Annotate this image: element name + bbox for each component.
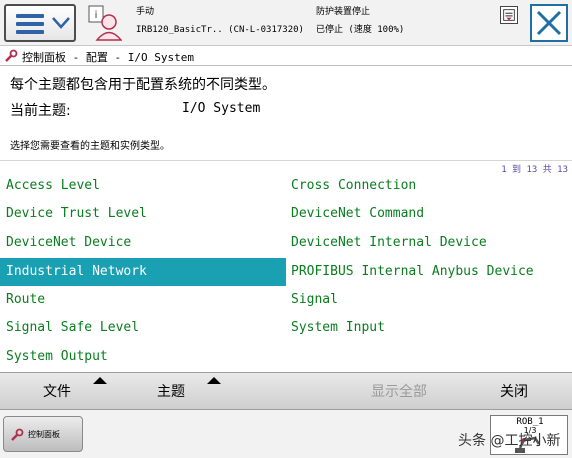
list-item[interactable]: Access Level: [0, 172, 286, 200]
main-menu-button[interactable]: [4, 4, 76, 42]
list-item[interactable]: DeviceNet Device: [0, 229, 286, 257]
list-item[interactable]: Signal Safe Level: [0, 314, 286, 342]
close-button[interactable]: 关闭: [456, 373, 572, 411]
run-status: 已停止 (速度 100%): [316, 25, 405, 35]
divider: [0, 160, 572, 161]
show-all-button[interactable]: 显示全部: [342, 373, 456, 411]
close-icon: [536, 10, 562, 36]
description-text: 每个主题都包含用于配置系统的不同类型。: [10, 77, 276, 93]
list-item-selected[interactable]: Industrial Network: [0, 258, 286, 286]
svg-text:i: i: [95, 10, 98, 21]
list-item[interactable]: DeviceNet Internal Device: [286, 229, 572, 257]
list-item[interactable]: PROFIBUS Internal Anybus Device: [286, 258, 572, 286]
list-item[interactable]: System Input: [286, 314, 572, 342]
status-header: i 手动 IRB120_BasicTr.. (CN-L-0317320) 防护装…: [0, 0, 572, 46]
list-item[interactable]: Device Trust Level: [0, 200, 286, 228]
wrench-icon: [5, 49, 18, 62]
hamburger-icon: [16, 14, 44, 34]
system-name: IRB120_BasicTr.. (CN-L-0317320): [136, 25, 304, 35]
instruction-text: 选择您需要查看的主题和实例类型。: [10, 141, 170, 152]
window-title: 控制面板 - 配置 - I/O System: [22, 51, 194, 64]
window-titlebar: 控制面板 - 配置 - I/O System: [0, 46, 572, 66]
list-item[interactable]: Route: [0, 286, 286, 314]
chevron-down-icon: [52, 17, 70, 29]
task-label: 控制面板: [28, 430, 60, 439]
file-menu-button[interactable]: 文件: [0, 373, 114, 411]
current-topic-label: 当前主题:: [10, 103, 71, 119]
taskbar: 控制面板 ROB_1 1/3 头条 @工控小新: [0, 410, 572, 458]
wrench-icon: [11, 428, 24, 441]
watermark-text: 头条 @工控小新: [458, 433, 561, 449]
command-bar: 文件 主题 显示全部 关闭: [0, 372, 572, 410]
quickset-icon[interactable]: [500, 6, 518, 24]
list-item[interactable]: Signal: [286, 286, 572, 314]
list-item[interactable]: System Output: [0, 343, 286, 371]
current-topic-value: I/O System: [182, 101, 261, 116]
operating-mode: 手动: [136, 7, 155, 17]
list-item[interactable]: DeviceNet Command: [286, 200, 572, 228]
close-window-button[interactable]: [530, 4, 568, 42]
topic-menu-button[interactable]: 主题: [114, 373, 228, 411]
control-panel-task-button[interactable]: 控制面板: [3, 416, 83, 452]
user-info-icon[interactable]: i: [88, 5, 122, 41]
guard-status: 防护装置停止: [316, 7, 371, 17]
list-item[interactable]: Cross Connection: [286, 172, 572, 200]
